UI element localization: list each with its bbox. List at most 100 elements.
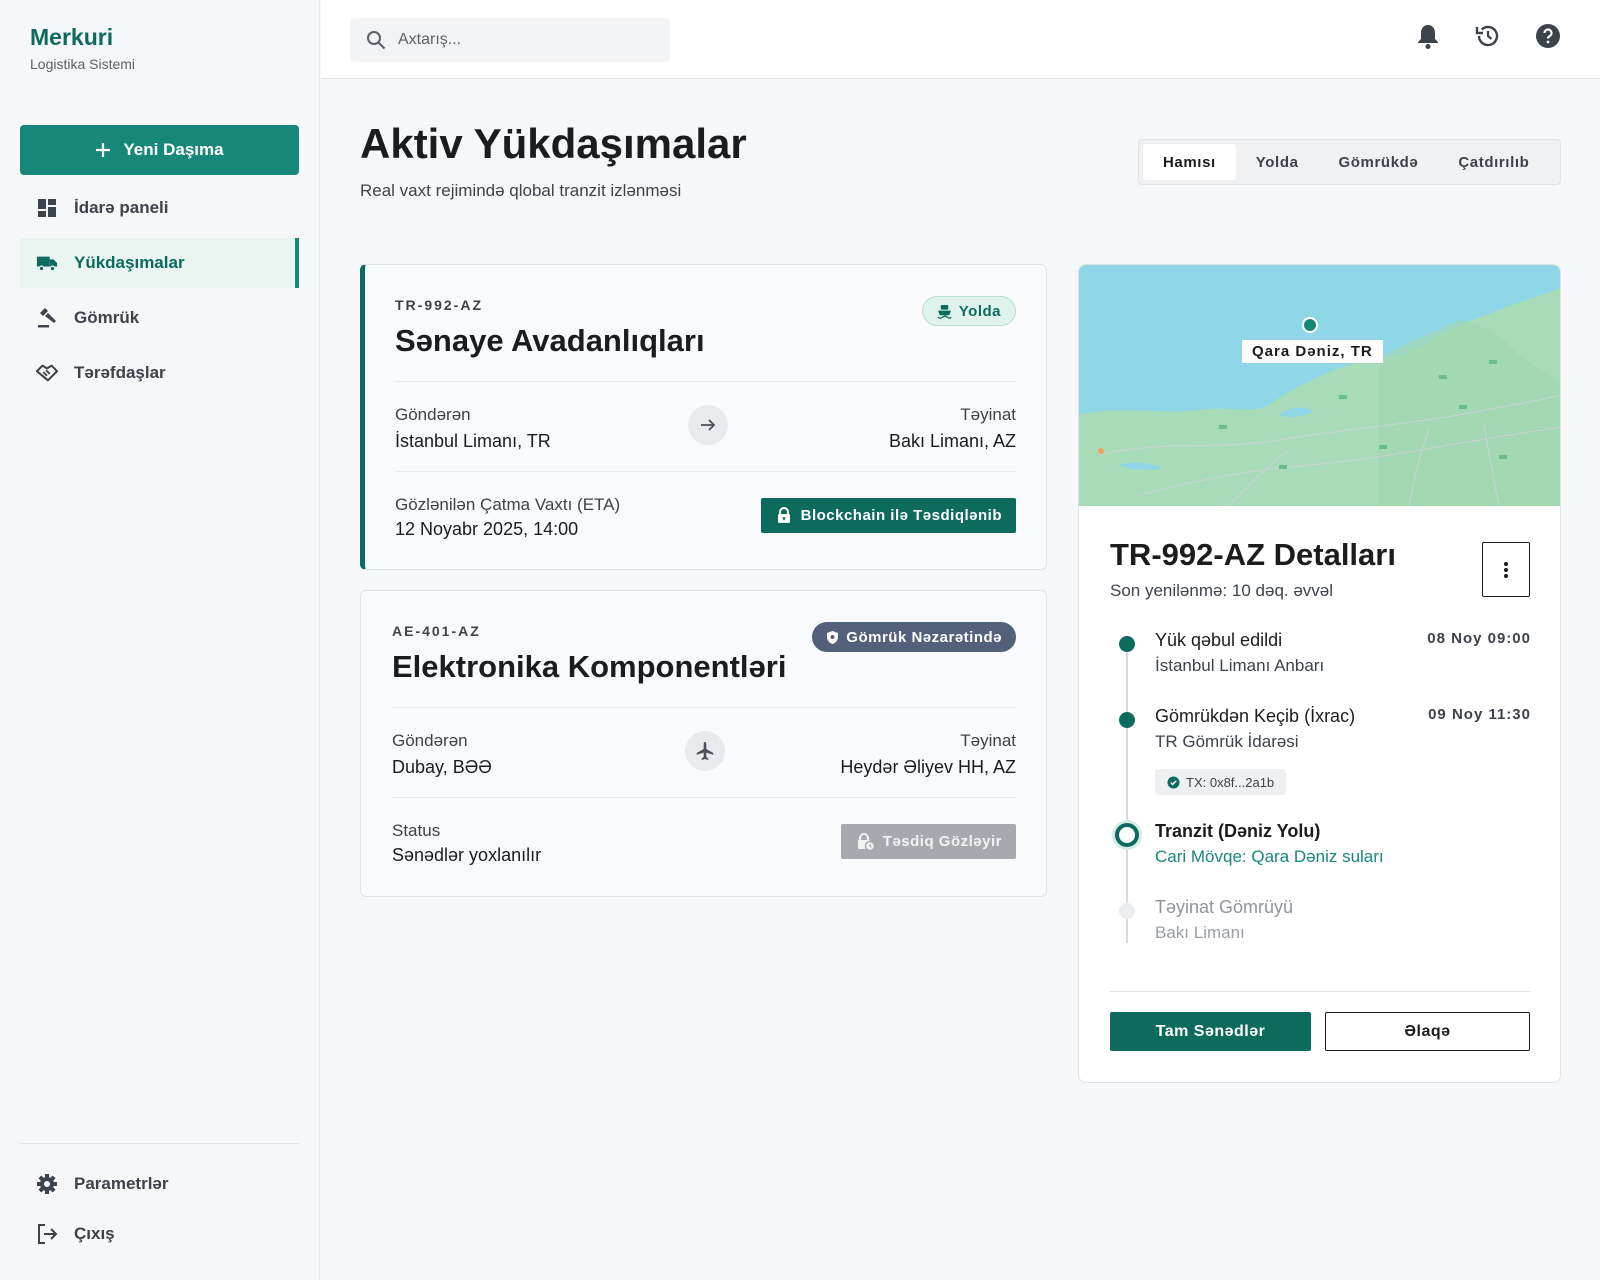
destination-value: Heydər Əliyev HH, AZ [840,757,1016,777]
pending-verification-button[interactable]: Təsdiq Gözləyir [840,824,1016,859]
timeline-subtitle: TR Gömrük İdarəsi [1155,732,1299,751]
sidebar: Merkuri Logistika Sistemi Yeni Daşıma İd… [0,0,320,1280]
help-icon[interactable] [1534,22,1562,50]
gavel-icon [36,307,58,329]
transaction-chip[interactable]: TX: 0x8f...2a1b [1155,769,1287,795]
origin-label: Göndərən [392,731,468,750]
destination-value: Bakı Limanı, AZ [888,431,1016,451]
sidebar-item-customs[interactable]: Gömrük [20,293,299,343]
status-badge-label: Yolda [958,302,1001,320]
lock-icon [777,507,791,524]
new-shipment-label: Yeni Daşıma [123,140,224,159]
brand-subtitle: Logistika Sistemi [30,56,136,72]
tab-in-customs[interactable]: Gömrükdə [1319,144,1439,180]
status-info-value: Sənədlər yoxlanılır [392,845,542,865]
map-view[interactable]: Qara Dəniz, TR [1079,265,1560,506]
more-options-button[interactable] [1482,542,1530,597]
plus-icon [95,142,111,158]
sidebar-item-label: Çıxış [74,1224,115,1243]
search-box[interactable] [350,18,670,62]
sidebar-item-label: Yükdaşımalar [74,253,185,272]
search-icon [366,30,386,50]
verified-icon [1167,776,1180,789]
sidebar-nav: İdarə paneli Yükdaşımalar Gömrük Tərəfda… [20,183,299,403]
page-title: Aktiv Yükdaşımalar [360,120,747,167]
timeline-time: 08 Noy 09:00 [1427,630,1531,647]
ship-icon [937,304,952,319]
brand[interactable]: Merkuri Logistika Sistemi [30,24,135,72]
destination: Təyinat Heydər Əliyev HH, AZ [840,731,1016,778]
topbar [321,0,1600,79]
contact-button[interactable]: Əlaqə [1325,1012,1530,1051]
card-divider [392,797,1016,798]
sidebar-item-dashboard[interactable]: İdarə paneli [20,183,299,233]
tab-all[interactable]: Hamısı [1143,144,1236,180]
origin: Göndərən İstanbul Limanı, TR [395,405,551,452]
timeline-title: Tranzit (Dəniz Yolu) [1155,821,1321,841]
card-divider [395,381,1016,382]
blockchain-verified-label: Blockchain ilə Təsdiqlənib [800,507,1002,524]
status-info-label: Status [392,821,441,840]
bell-icon[interactable] [1414,22,1442,50]
shipment-timeline: Yük qəbul edildi İstanbul Limanı Anbarı … [1110,630,1531,960]
lock-clock-icon [857,832,875,851]
timeline-subtitle: Bakı Limanı [1155,923,1245,942]
eta-label: Gözlənilən Çatma Vaxtı (ETA) [395,495,621,514]
origin-value: Dubay, BƏƏ [392,757,492,777]
status-filter-tabs: Hamısı Yolda Gömrükdə Çatdırılıb [1138,139,1561,185]
timeline-subtitle: Cari Mövqe: Qara Dəniz suları [1155,847,1384,866]
shipment-card[interactable]: TR-992-AZ Sənaye Avadanlıqları Yolda Gön… [360,264,1047,570]
topbar-actions [1414,22,1562,50]
timeline-subtitle: İstanbul Limanı Anbarı [1155,656,1325,675]
destination: Təyinat Bakı Limanı, AZ [889,405,1016,452]
timeline-title: Gömrükdən Keçib (İxrac) [1155,706,1356,726]
arrow-right-icon [688,405,728,445]
sidebar-divider [20,1143,299,1144]
history-icon[interactable] [1474,22,1502,50]
status-info: Status Sənədlər yoxlanılır [392,821,541,866]
eta: Gözlənilən Çatma Vaxtı (ETA) 12 Noyabr 2… [395,495,620,540]
truck-icon [36,252,58,274]
shipment-id: AE-401-AZ [392,623,481,639]
timeline-dot-pending [1119,903,1135,919]
timeline-line [1126,640,1128,943]
more-vertical-icon [1503,561,1509,579]
sidebar-item-settings[interactable]: Parametrlər [20,1162,299,1206]
transaction-hash: TX: 0x8f...2a1b [1186,774,1275,790]
timeline-title: Təyinat Gömrüyü [1155,897,1294,917]
tab-delivered[interactable]: Çatdırılıb [1438,144,1549,180]
pending-verification-label: Təsdiq Gözləyir [882,833,1002,850]
sidebar-item-label: Parametrlər [74,1174,169,1193]
timeline-dot-done [1119,636,1135,652]
logout-icon [36,1223,58,1245]
shipment-card-body: TR-992-AZ Sənaye Avadanlıqları Yolda Gön… [395,265,1016,569]
dashboard-icon [36,197,58,219]
sidebar-item-logout[interactable]: Çıxış [20,1212,299,1256]
sidebar-item-shipments[interactable]: Yükdaşımalar [20,238,299,288]
sidebar-item-label: Gömrük [74,308,140,327]
card-divider [392,707,1016,708]
shipment-card-body: AE-401-AZ Elektronika Komponentləri Gömr… [392,591,1016,896]
timeline-dot-current [1115,823,1139,847]
shield-icon [826,630,839,645]
sidebar-item-label: Tərəfdaşlar [74,363,166,382]
new-shipment-button[interactable]: Yeni Daşıma [20,125,299,175]
card-divider [395,471,1016,472]
status-badge-label: Gömrük Nəzarətində [846,628,1002,646]
shipment-name: Sənaye Avadanlıqları [395,323,705,358]
blockchain-verified-button[interactable]: Blockchain ilə Təsdiqlənib [760,498,1016,533]
eta-value: 12 Noyabr 2025, 14:00 [395,519,579,539]
timeline-dot-done [1119,712,1135,728]
full-documents-button[interactable]: Tam Sənədlər [1110,1012,1311,1051]
origin-value: İstanbul Limanı, TR [395,431,551,451]
tab-in-transit[interactable]: Yolda [1236,144,1319,180]
shipment-detail-panel: Qara Dəniz, TR TR-992-AZ Detalları Son y… [1078,264,1561,1083]
shipment-card[interactable]: AE-401-AZ Elektronika Komponentləri Gömr… [360,590,1047,897]
origin: Göndərən Dubay, BƏƏ [392,731,492,778]
map-graphic [1079,265,1560,506]
sidebar-item-partners[interactable]: Tərəfdaşlar [20,348,299,398]
search-input[interactable] [398,31,648,49]
sidebar-bottom-nav: Parametrlər Çıxış [20,1162,299,1262]
status-badge: Yolda [921,296,1016,326]
page-subtitle: Real vaxt rejimində qlobal tranzit izlən… [360,181,682,200]
